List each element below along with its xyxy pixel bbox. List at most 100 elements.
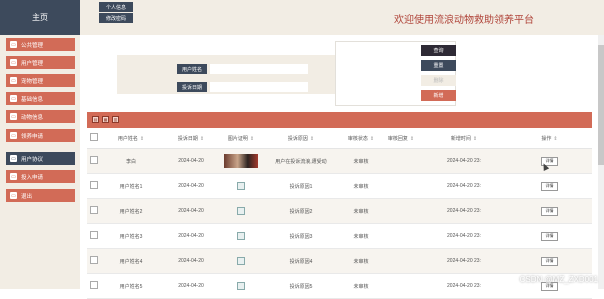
date-search-input[interactable] [210,82,308,92]
cell-reason: 用户在投诉流浪,遭受动 [275,158,327,165]
column-header[interactable]: 审核状态 ⇕ [341,128,381,149]
sidebar-item[interactable]: ▭ 投入申请 [6,170,75,183]
detail-button[interactable]: 详情 [541,206,558,216]
table-row: 用户姓名1 2024-04-20 投诉原因1 未审核 2024-04-20 23: 详情 [87,173,592,199]
export-icon[interactable]: ▤ [92,116,99,123]
home-link[interactable]: 主页 [0,0,80,35]
sidebar-item[interactable]: ▭ 用户协议 [6,152,75,165]
column-title: 审核回复 [387,135,408,142]
table-cell: 用户姓名5 [101,273,161,299]
reset-button[interactable]: 重置 [421,60,456,71]
table-cell: 2024-04-20 [161,173,221,199]
action-panel: 查询 重置 删除 新增 [335,41,456,106]
column-header[interactable]: 用户姓名 ⇕ [101,128,161,149]
cell-date: 2024-04-20 [178,183,204,189]
row-checkbox[interactable] [90,281,98,289]
sidebar-item-label: 用户协议 [21,156,44,163]
complaint-table: 用户姓名 ⇕ 投诉日期 ⇕ 图片证明 ⇕ 投诉原因 ⇕ 审核状态 ⇕ 审核回复 ⇕ 新增时间… [87,128,592,299]
table-cell [381,248,421,274]
table-row: 用户姓名4 2024-04-20 投诉原因4 未审核 2024-04-20 23: 详情 [87,248,592,274]
table-cell: 2024-04-20 23: [421,248,507,274]
table-cell [87,173,101,199]
column-title: 投诉日期 [177,135,198,142]
sort-icon: ⇕ [249,135,255,142]
table-cell: 2024-04-20 [161,223,221,249]
search-panel: 用户姓名 投诉日期 [117,55,354,94]
sidebar-item[interactable]: ▭ 宠物管理 [6,74,75,87]
sidebar-item[interactable]: ▭ 公共管理 [6,38,75,51]
sidebar-item[interactable]: ▭ 退出 [6,189,75,202]
sidebar-item-label: 动物信息 [21,114,44,121]
table-cell [381,273,421,299]
table-cell: 未审核 [341,173,381,199]
cell-reason: 投诉原因2 [289,208,313,215]
sidebar-item-label: 退出 [21,193,33,200]
proof-image[interactable] [224,154,258,168]
table-cell: 未审核 [341,148,381,174]
table-cell: 2024-04-20 [161,248,221,274]
cell-name: 用户姓名1 [119,183,143,190]
table-cell: 投诉原因5 [261,273,341,299]
name-search-input[interactable] [210,64,308,74]
detail-button[interactable]: 详情 [541,231,558,241]
add-button[interactable]: 新增 [421,90,456,101]
sidebar-item[interactable]: ▭ 动物信息 [6,110,75,123]
table-toolbar: ▤ ▦ ▥ [87,112,592,128]
row-checkbox[interactable] [90,256,98,264]
row-checkbox[interactable] [90,206,98,214]
sort-icon: ⇕ [199,135,205,142]
table-cell: 用户在投诉流浪,遭受动 [261,148,341,174]
table-cell: 2024-04-20 23: [421,273,507,299]
detail-button[interactable]: 详情 [541,256,558,266]
row-checkbox[interactable] [90,181,98,189]
column-header[interactable]: 投诉日期 ⇕ [161,128,221,149]
profile-button[interactable]: 个人信息 [99,2,133,12]
cell-created: 2024-04-20 23: [447,183,481,189]
cell-status: 未审核 [353,258,369,265]
print-icon[interactable]: ▦ [102,116,109,123]
table-cell [221,198,261,224]
cell-reason: 投诉原因4 [289,258,313,265]
monitor-icon: ▭ [10,173,17,180]
row-checkbox[interactable] [90,231,98,239]
scrollbar-thumb[interactable] [598,45,604,165]
columns-icon[interactable]: ▥ [112,116,119,123]
delete-button[interactable]: 删除 [421,75,456,86]
row-checkbox[interactable] [90,156,98,164]
cell-status: 未审核 [353,233,369,240]
header-checkbox-cell [87,128,101,149]
select-all-checkbox[interactable] [90,133,98,141]
change-password-button[interactable]: 修改密码 [99,13,133,23]
query-button[interactable]: 查询 [421,45,456,56]
table-cell [221,173,261,199]
sort-icon: ⇕ [409,135,415,142]
table-cell [87,273,101,299]
column-header[interactable]: 审核回复 ⇕ [381,128,421,149]
cell-date: 2024-04-20 [178,208,204,214]
table-cell: 详情 [507,223,592,249]
column-title: 操作 [541,135,552,142]
table-cell: 未审核 [341,273,381,299]
sidebar-item[interactable]: ▭ 领养申请 [6,129,75,142]
table-cell [381,148,421,174]
table-row: 用户姓名5 2024-04-20 投诉原因5 未审核 2024-04-20 23: 详情 [87,273,592,299]
column-header[interactable]: 图片证明 ⇕ [221,128,261,149]
sidebar-item-label: 宠物管理 [21,78,44,85]
monitor-icon: ▭ [10,192,17,199]
sidebar-item[interactable]: ▭ 基础信息 [6,92,75,105]
table-cell: 2024-04-20 23: [421,223,507,249]
vertical-scrollbar[interactable] [598,35,604,289]
monitor-icon: ▭ [10,132,17,139]
detail-button[interactable]: 详情 [541,181,558,191]
table-cell: 投诉原因4 [261,248,341,274]
broken-image-icon [237,182,245,190]
sidebar-item[interactable]: ▭ 用户管理 [6,56,75,69]
column-header[interactable]: 新增时间 ⇕ [421,128,507,149]
column-header[interactable]: 操作 ⇕ [507,128,592,149]
cell-name: 用户姓名3 [119,233,143,240]
sidebar-item-label: 用户管理 [21,60,44,67]
monitor-icon: ▭ [10,41,17,48]
column-header[interactable]: 投诉原因 ⇕ [261,128,341,149]
table-cell [87,248,101,274]
brand-label: 主页 [32,13,48,22]
